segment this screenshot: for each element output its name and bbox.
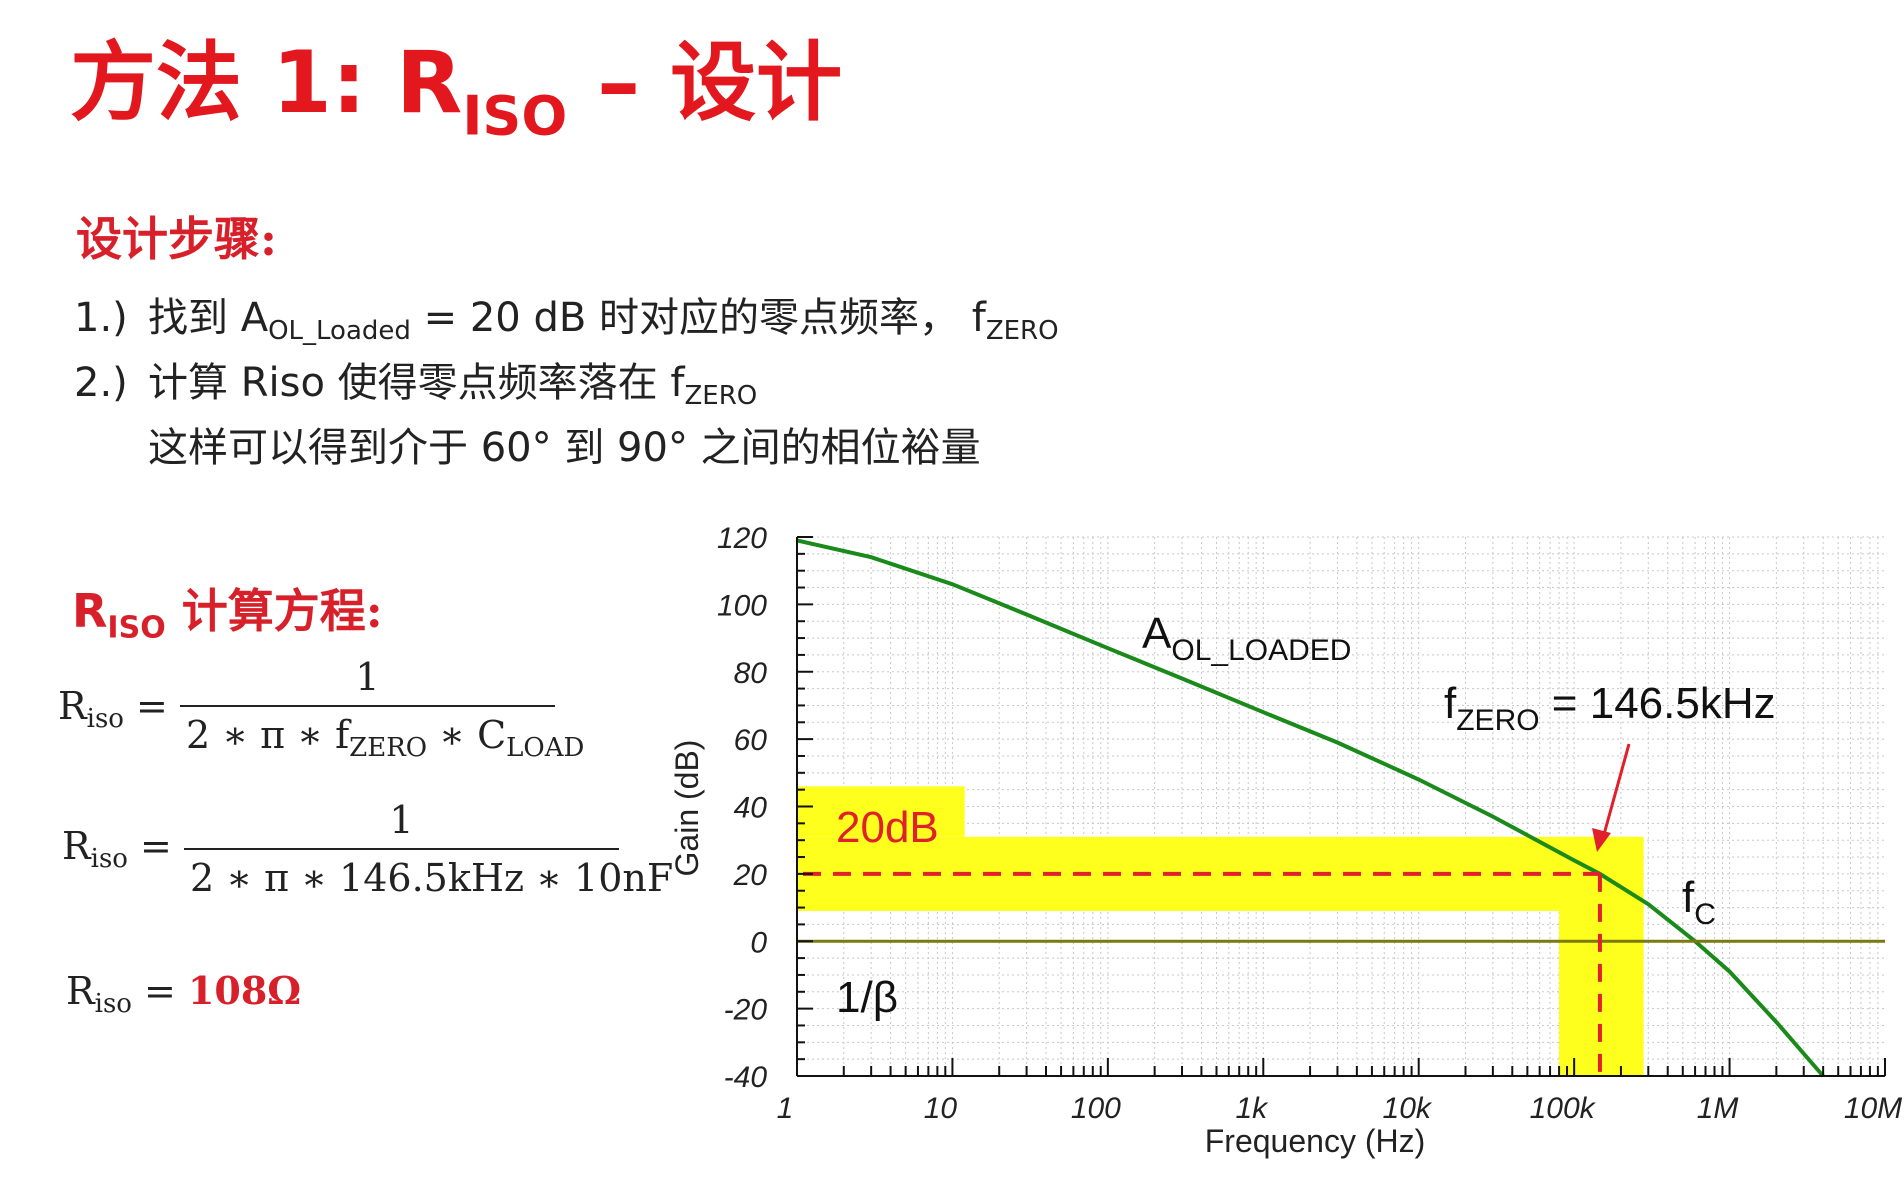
x-tick-label: 10 xyxy=(924,1092,958,1125)
y-tick-label: 40 xyxy=(734,792,768,825)
aol-label: AOL_LOADED xyxy=(1142,609,1351,667)
beta-label: 1/β xyxy=(836,973,898,1022)
x-tick-label: 10M xyxy=(1844,1092,1902,1125)
x-tick-label: 100k xyxy=(1530,1092,1597,1125)
x-tick-label: 1k xyxy=(1235,1092,1269,1125)
x-tick-label: 100 xyxy=(1071,1092,1121,1125)
fzero-arrow xyxy=(1592,743,1631,852)
y-tick-label: -40 xyxy=(724,1061,768,1094)
y-tick-label: 20 xyxy=(733,859,768,892)
y-tick-label: 120 xyxy=(717,522,767,555)
db20-label: 20dB xyxy=(836,803,939,852)
y-tick-label: 100 xyxy=(717,589,767,622)
gain-chart: 1 10 100 1k 10k 100k 1M 10M -40 -20 0 20 40 60 80 100 12… xyxy=(669,522,1902,1159)
y-tick-label: 0 xyxy=(750,926,767,959)
x-tick-label: 1 xyxy=(777,1092,794,1125)
y-axis-label: Gain (dB) xyxy=(669,740,705,877)
x-tick-label: 1M xyxy=(1697,1092,1739,1125)
x-axis-label: Frequency (Hz) xyxy=(1205,1123,1426,1159)
y-tick-label: 60 xyxy=(734,724,768,757)
fzero-label: fZERO = 146.5kHz xyxy=(1444,679,1776,737)
x-tick-label: 10k xyxy=(1383,1092,1433,1125)
y-tick-label: 80 xyxy=(734,657,768,690)
fc-label: fC xyxy=(1682,873,1716,931)
y-tick-label: -20 xyxy=(724,994,768,1027)
